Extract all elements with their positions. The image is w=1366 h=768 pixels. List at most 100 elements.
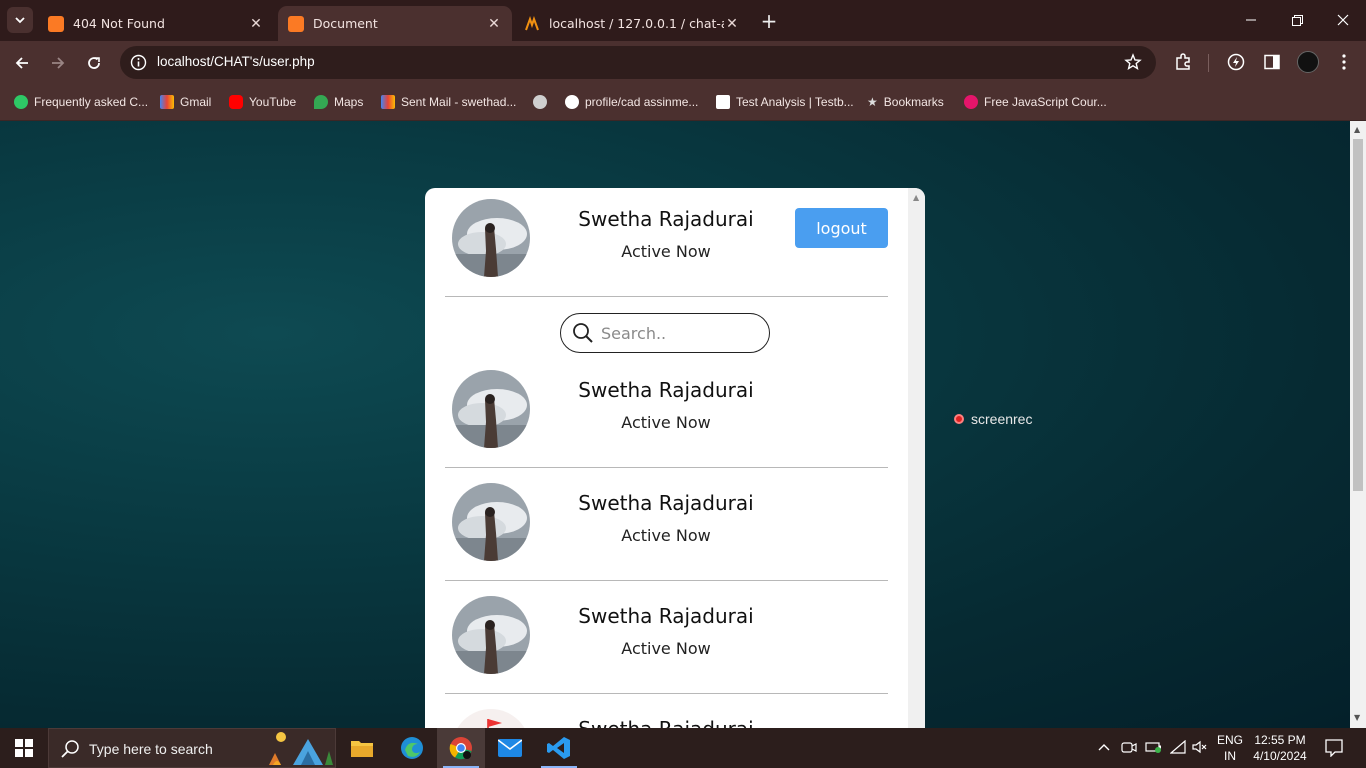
bookmark-label: Gmail [180,95,212,109]
toolbar-divider [1208,54,1209,72]
vscode-icon [547,737,570,759]
language-indicator[interactable]: ENG IN [1212,732,1248,764]
vscode-app[interactable] [535,728,583,768]
bookmark-label: Frequently asked C... [34,95,149,109]
new-tab-button[interactable]: + [757,9,781,33]
start-button[interactable] [0,728,48,768]
edge-app[interactable] [388,728,436,768]
avatar [1297,51,1319,73]
user-status: Active Now [621,639,711,658]
divider [445,467,888,468]
globe-icon [533,95,547,109]
edge-icon [401,737,423,759]
side-panel-button[interactable] [1261,51,1283,73]
folder-icon [351,741,373,757]
address-bar[interactable]: localhost/CHAT's/user.php [120,46,1156,79]
screenrec-overlay[interactable]: screenrec [954,409,1032,429]
taskbar-search[interactable]: Type here to search [48,728,336,768]
taskbar: Type here to search ENG IN 12:55 PM 4/10… [0,728,1366,768]
scroll-up-icon[interactable]: ▲ [1354,125,1360,134]
forward-button[interactable] [44,49,72,77]
volume-tray[interactable] [1192,740,1208,757]
chrome-app[interactable] [437,728,485,768]
language-region: IN [1224,749,1236,763]
search-placeholder: Search.. [601,324,667,343]
scroll-up-icon[interactable]: ▲ [913,193,919,202]
minimize-button[interactable] [1228,0,1274,40]
chat-users-panel: Swetha Rajadurai Active Now logout Searc… [425,188,925,728]
bookmark-label: profile/cad assinme... [585,95,699,109]
bookmark-gmail[interactable]: Gmail [160,93,211,111]
minimize-icon [1246,19,1256,21]
panel-scrollbar[interactable]: ▲ [908,188,925,728]
notifications-button[interactable] [1325,739,1343,760]
user-name: Swetha Rajadurai [555,717,777,728]
side-panel-icon [1264,54,1280,70]
tab-search-button[interactable] [7,7,33,33]
bookmark-maps[interactable]: Maps [314,93,363,111]
bookmark-test-analysis[interactable]: Test Analysis | Testb... [716,93,854,111]
user-name: Swetha Rajadurai [578,491,754,515]
clock[interactable]: 12:55 PM 4/10/2024 [1252,732,1308,764]
menu-button[interactable] [1333,51,1355,73]
arrow-right-icon [52,57,65,69]
divider [445,296,888,297]
tab-phpmyadmin[interactable]: localhost / 127.0.0.1 / chat-app ✕ [514,6,750,41]
battery-tray[interactable] [1145,740,1163,757]
file-explorer-app[interactable] [338,728,386,768]
tab-title: localhost / 127.0.0.1 / chat-app [549,16,724,31]
bookmarks-bar: Frequently asked C... Gmail YouTube Maps… [0,84,1366,121]
restore-button[interactable] [1274,0,1320,40]
bookmark-github[interactable]: profile/cad assinme... [565,93,698,111]
chrome-icon [449,737,472,760]
back-button[interactable] [8,49,36,77]
maps-icon [314,95,328,109]
mail-icon [498,739,522,757]
bookmark-sent-mail[interactable]: Sent Mail - swethad... [381,93,516,111]
scroll-thumb[interactable] [1353,139,1363,491]
show-hidden-icons[interactable] [1097,740,1111,757]
page-viewport: Swetha Rajadurai Active Now logout Searc… [0,121,1350,728]
page-scrollbar[interactable]: ▲ ▼ [1350,121,1366,728]
close-icon[interactable]: ✕ [486,16,502,32]
arrow-left-icon [15,57,28,69]
divider [445,580,888,581]
profile-button[interactable] [1297,51,1319,73]
close-icon [1337,14,1349,26]
url-text[interactable]: localhost/CHAT's/user.php [157,54,315,69]
bookmark-star-icon[interactable] [1124,53,1142,71]
gmail-icon [160,95,174,109]
close-icon[interactable]: ✕ [724,16,740,32]
current-user-status: Active Now [621,242,711,261]
taskbar-search-text: Type here to search [89,741,213,757]
search-icon [573,323,593,343]
avatar [452,596,530,674]
bookmark-globe[interactable] [533,93,553,111]
chevron-down-icon [15,17,25,24]
star-icon: ★ [867,95,878,109]
tab-document[interactable]: Document ✕ [278,6,512,41]
restore-icon [1291,14,1303,26]
close-window-button[interactable] [1320,0,1366,40]
tab-strip: 404 Not Found ✕ Document ✕ localhost / 1… [0,0,1366,41]
performance-button[interactable] [1225,51,1247,73]
reload-button[interactable] [80,49,108,77]
tab-404[interactable]: 404 Not Found ✕ [38,6,274,41]
bookmark-free-javascript[interactable]: Free JavaScript Cour... [964,93,1107,111]
camping-illustration-icon [269,732,333,765]
javascript-course-icon [964,95,978,109]
scroll-down-icon[interactable]: ▼ [1354,713,1360,722]
wifi-tray[interactable] [1169,739,1186,757]
bookmark-folder[interactable]: ★ Bookmarks [867,93,944,111]
bookmark-label: Free JavaScript Cour... [984,95,1107,109]
extensions-button[interactable] [1172,51,1194,73]
meet-now-tray[interactable] [1121,740,1137,757]
site-info-icon[interactable] [130,54,147,71]
language-code: ENG [1216,733,1243,747]
close-icon[interactable]: ✕ [248,16,264,32]
search-input[interactable]: Search.. [560,313,770,353]
logout-button[interactable]: logout [795,208,888,248]
bookmark-frequently-asked[interactable]: Frequently asked C... [14,93,148,111]
mail-app[interactable] [486,728,534,768]
bookmark-youtube[interactable]: YouTube [229,93,296,111]
